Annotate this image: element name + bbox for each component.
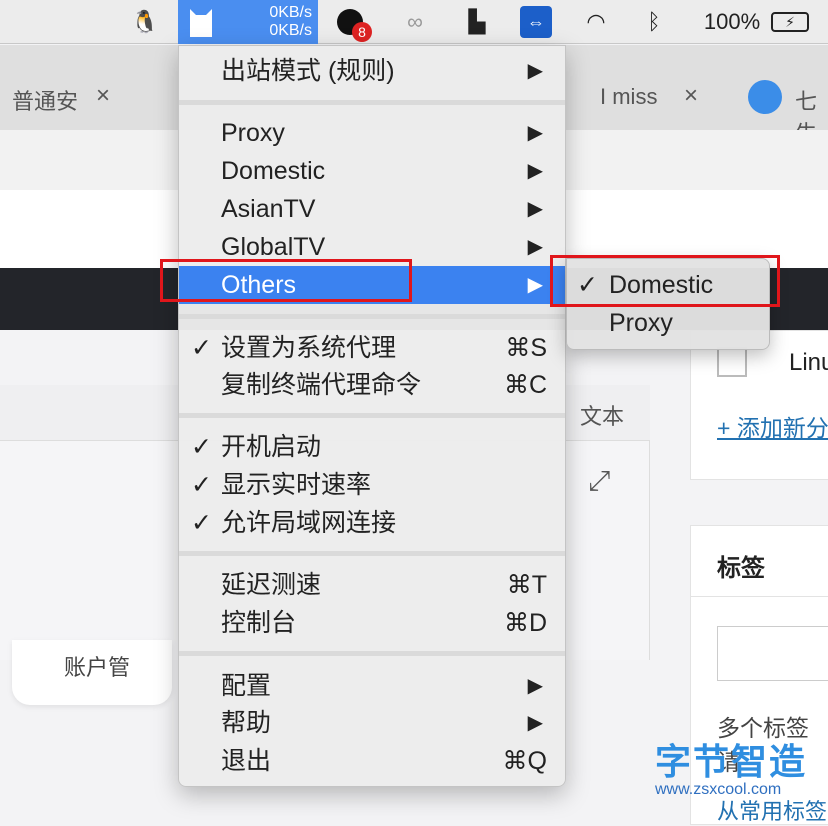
menu-item-proxy[interactable]: Proxy ▶	[179, 114, 565, 152]
menu-separator	[179, 651, 565, 656]
chevron-right-icon: ▶	[527, 198, 543, 220]
chevron-right-icon: ▶	[527, 122, 543, 144]
tags-title: 标签	[717, 555, 765, 582]
wifi-icon[interactable]: ◠	[578, 6, 614, 38]
menu-item-help[interactable]: 帮助 ▶	[179, 704, 565, 742]
site-favicon	[748, 80, 782, 114]
checkbox[interactable]	[717, 347, 747, 377]
chevron-right-icon: ▶	[527, 236, 543, 258]
menu-item-config[interactable]: 配置 ▶	[179, 667, 565, 705]
tags-input[interactable]	[717, 626, 828, 681]
menu-item-startup[interactable]: ✓ 开机启动	[179, 428, 565, 466]
menu-separator	[179, 314, 565, 319]
menu-item-allow-lan[interactable]: ✓ 允许局域网连接	[179, 504, 565, 542]
menu-item-outbound-mode[interactable]: 出站模式 (规则) ▶	[179, 52, 565, 90]
menu-separator	[179, 551, 565, 556]
menu-item-asiantv[interactable]: AsianTV ▶	[179, 190, 565, 228]
bookmark-app-icon[interactable]: ▙	[462, 6, 492, 38]
battery-icon[interactable]: ⚡	[768, 6, 812, 38]
menu-item-copy-terminal-cmd[interactable]: 复制终端代理命令 ⌘C	[179, 366, 565, 404]
chevron-right-icon: ▶	[527, 274, 543, 296]
add-category-link[interactable]: + 添加新分	[717, 409, 828, 443]
clashx-status-item[interactable]: 0KB/s 0KB/s	[178, 0, 318, 44]
creative-cloud-icon[interactable]: ∞	[395, 6, 435, 38]
checkmark-icon: ✓	[191, 334, 212, 362]
checkmark-icon: ✓	[191, 433, 212, 461]
menu-item-show-speed[interactable]: ✓ 显示实时速率	[179, 466, 565, 504]
divider	[691, 596, 828, 597]
category-panel: Linu + 添加新分	[690, 330, 828, 480]
tab-close-icon[interactable]: ×	[96, 82, 110, 110]
battery-percent: 100%	[703, 9, 761, 34]
tab-text[interactable]: 文本	[580, 399, 624, 431]
chevron-right-icon: ▶	[527, 712, 543, 734]
menu-separator	[179, 100, 565, 105]
menu-item-set-system-proxy[interactable]: ✓ 设置为系统代理 ⌘S	[179, 329, 565, 367]
checkbox-label: Linu	[789, 349, 828, 376]
menu-separator	[179, 413, 565, 418]
annotation-box	[550, 255, 780, 307]
qq-icon[interactable]: 🐧	[130, 6, 160, 38]
notification-badge: 8	[352, 22, 372, 42]
submenu-item-proxy[interactable]: Proxy	[567, 304, 769, 342]
card: 账户管	[12, 640, 172, 705]
menu-bar: 🐧 0KB/s 0KB/s 8 ∞ ▙ ⇔ ◠ ᛒ 100% ⚡	[0, 0, 828, 44]
menu-item-domestic[interactable]: Domestic ▶	[179, 152, 565, 190]
watermark-title: 字节智造	[655, 741, 808, 782]
bluetooth-icon[interactable]: ᛒ	[642, 6, 666, 38]
upload-speed: 0KB/s	[269, 4, 312, 21]
checkmark-icon: ✓	[191, 471, 212, 499]
tab-title[interactable]: I miss	[600, 84, 657, 110]
fullscreen-icon[interactable]: ⤢	[588, 465, 610, 498]
teamviewer-icon[interactable]: ⇔	[520, 6, 552, 38]
app-badge-icon[interactable]: 8	[334, 6, 372, 42]
clashx-menu: 出站模式 (规则) ▶ Proxy ▶ Domestic ▶ AsianTV ▶ Glo…	[178, 45, 566, 787]
chevron-right-icon: ▶	[527, 675, 543, 697]
annotation-box	[160, 259, 412, 302]
watermark: 字节智造 www.zsxcool.com	[655, 733, 807, 799]
menu-item-latency-test[interactable]: 延迟测速 ⌘T	[179, 566, 565, 604]
tab-close-icon[interactable]: ×	[684, 82, 698, 110]
chevron-right-icon: ▶	[527, 160, 543, 182]
cat-icon	[190, 9, 212, 37]
tab-title[interactable]: 普通安	[12, 84, 78, 116]
chevron-right-icon: ▶	[527, 60, 543, 82]
download-speed: 0KB/s	[269, 22, 312, 39]
menu-item-dashboard[interactable]: 控制台 ⌘D	[179, 604, 565, 642]
checkmark-icon: ✓	[191, 509, 212, 537]
card-text: 账户管	[64, 655, 131, 680]
menu-item-quit[interactable]: 退出 ⌘Q	[179, 742, 565, 780]
